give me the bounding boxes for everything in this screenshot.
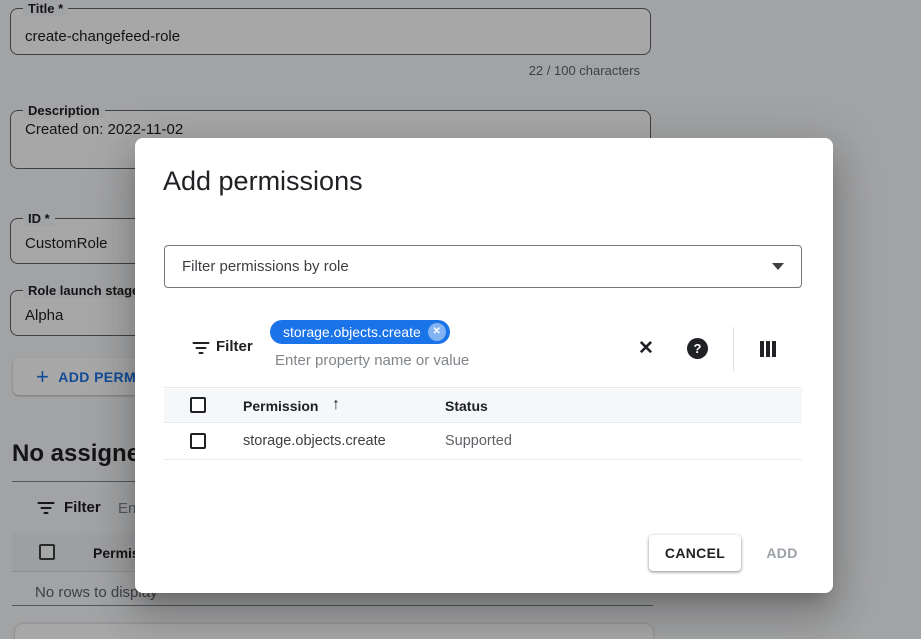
column-display-options-icon[interactable] (760, 341, 776, 357)
table-row[interactable]: storage.objects.create Supported (164, 423, 802, 460)
dialog-filter-label: Filter (216, 338, 253, 355)
clear-filters-icon[interactable]: ✕ (638, 338, 654, 360)
screen: Title * create-changefeed-role 22 / 100 … (0, 0, 921, 639)
filter-permissions-by-role-select[interactable]: Filter permissions by role (164, 245, 802, 288)
row-checkbox[interactable] (190, 433, 206, 449)
status-column-header[interactable]: Status (445, 398, 488, 414)
filter-chip-label: storage.objects.create (283, 324, 421, 340)
dialog-filter-input[interactable]: Enter property name or value (275, 352, 469, 369)
divider (164, 387, 802, 388)
role-select-placeholder: Filter permissions by role (182, 258, 349, 275)
divider (733, 327, 734, 371)
select-all-checkbox[interactable] (190, 397, 206, 413)
chevron-down-icon (772, 263, 784, 270)
filter-chip[interactable]: storage.objects.create ✕ (270, 320, 450, 344)
permission-cell: storage.objects.create (243, 433, 386, 449)
status-cell: Supported (445, 433, 512, 449)
cancel-button[interactable]: CANCEL (649, 535, 741, 571)
chip-remove-icon[interactable]: ✕ (428, 323, 446, 341)
filter-icon (192, 342, 210, 356)
dialog-title: Add permissions (163, 166, 363, 197)
help-icon[interactable]: ? (687, 338, 708, 359)
dialog-table-header: Permission ↑ Status (164, 389, 802, 423)
sort-ascending-icon[interactable]: ↑ (332, 396, 340, 414)
add-button[interactable]: ADD (757, 535, 807, 571)
add-permissions-dialog: Add permissions Filter permissions by ro… (135, 138, 833, 593)
permission-column-header[interactable]: Permission (243, 398, 318, 414)
